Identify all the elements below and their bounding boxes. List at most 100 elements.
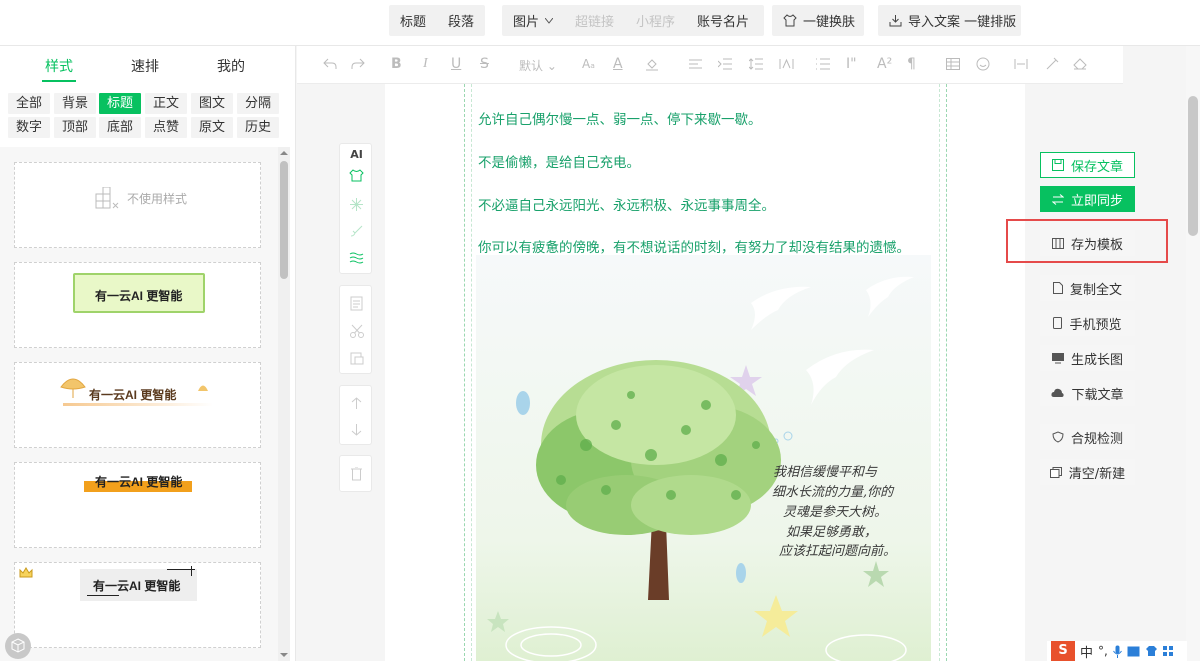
redo-icon[interactable] xyxy=(351,58,365,70)
font-size-select[interactable]: 默认 ⌄ xyxy=(519,57,557,74)
insert-media-group: 图片 超链接 小程序 账号名片 xyxy=(502,5,764,36)
background-color-icon[interactable] xyxy=(645,57,659,71)
copy-all-label: 复制全文 xyxy=(1069,282,1122,298)
list-icon[interactable] xyxy=(816,58,830,70)
sync-icon xyxy=(1051,193,1064,205)
copy-icon[interactable] xyxy=(350,296,363,311)
insert-link-button[interactable]: 超链接 xyxy=(564,11,625,30)
trash-icon[interactable] xyxy=(351,467,362,481)
paragraph-spacing-icon[interactable]: I" xyxy=(846,56,857,72)
category-like[interactable]: 点赞 xyxy=(145,117,187,138)
insert-paragraph-button[interactable]: 段落 xyxy=(437,11,485,30)
one-click-skin-button[interactable]: 一键换肤 xyxy=(772,5,864,36)
style-list-scrollbar[interactable] xyxy=(278,147,290,661)
wave-layers-icon[interactable] xyxy=(349,251,364,264)
undo-icon[interactable] xyxy=(323,58,337,70)
skin-shirt-icon[interactable] xyxy=(1145,645,1158,657)
indent-icon[interactable] xyxy=(718,58,732,70)
cut-icon[interactable] xyxy=(350,324,364,338)
article-paragraph[interactable]: 不是偷懒，是给自己充电。 xyxy=(478,151,640,171)
shirt-icon[interactable] xyxy=(349,169,364,182)
category-all[interactable]: 全部 xyxy=(8,93,50,114)
clear-format-icon[interactable]: Aₐ xyxy=(582,57,595,71)
fit-width-icon[interactable] xyxy=(1014,58,1028,70)
save-article-button[interactable]: 保存文章 xyxy=(1040,152,1135,178)
sparkle-icon[interactable] xyxy=(349,197,364,212)
strikethrough-icon[interactable]: S xyxy=(480,56,489,72)
paste-icon[interactable] xyxy=(350,351,364,365)
underline-icon[interactable]: U xyxy=(451,56,461,72)
style-card-none[interactable]: 不使用样式 xyxy=(14,162,261,248)
style-card-4[interactable]: 有一云AI 更智能 xyxy=(14,562,261,648)
article-paragraph[interactable]: 允许自己偶尔慢一点、弱一点、停下来歇一歇。 xyxy=(478,108,762,128)
shirt-icon xyxy=(783,14,797,27)
clear-new-button[interactable]: 清空/新建 xyxy=(1040,459,1135,485)
tab-styles[interactable]: 样式 xyxy=(29,56,89,76)
import-copy-label: 导入文案 一键排版 xyxy=(908,15,1017,30)
category-history[interactable]: 历史 xyxy=(237,117,279,138)
tree-illustration[interactable] xyxy=(476,255,931,661)
letter-spacing-icon[interactable] xyxy=(779,58,794,70)
style-card-2[interactable]: 有一云AI 更智能 xyxy=(14,362,261,448)
sync-now-button[interactable]: 立即同步 xyxy=(1040,186,1135,212)
ginkgo-leaf-icon xyxy=(60,378,86,398)
category-number[interactable]: 数字 xyxy=(8,117,50,138)
table-icon[interactable] xyxy=(946,58,960,70)
microphone-icon[interactable] xyxy=(1112,645,1122,658)
style-panel-tabs: 样式 速排 我的 xyxy=(0,46,296,84)
document-icon xyxy=(1052,282,1063,294)
keyboard-icon[interactable] xyxy=(1127,646,1140,657)
category-top[interactable]: 顶部 xyxy=(54,117,96,138)
punctuation-icon[interactable]: °, xyxy=(1098,644,1108,658)
format-painter-icon[interactable]: ¶ xyxy=(907,56,916,72)
category-background[interactable]: 背景 xyxy=(54,93,96,114)
ime-language-toggle[interactable]: 中 xyxy=(1080,642,1093,661)
align-icon[interactable] xyxy=(689,59,702,70)
category-divider[interactable]: 分隔 xyxy=(237,93,279,114)
grid-menu-icon[interactable] xyxy=(1162,645,1174,657)
generate-long-image-button[interactable]: 生成长图 xyxy=(1040,345,1135,371)
style-card-title: 有一云AI 更智能 xyxy=(95,475,183,489)
import-icon xyxy=(889,15,902,27)
italic-icon[interactable]: I xyxy=(423,56,428,72)
style-card-title: 有一云AI 更智能 xyxy=(95,289,183,303)
font-color-icon[interactable]: A xyxy=(613,56,623,72)
download-article-button[interactable]: 下载文章 xyxy=(1040,380,1135,406)
insert-image-button[interactable]: 图片 xyxy=(502,11,564,30)
article-paragraph[interactable]: 不必逼自己永远阳光、永远积极、永远事事周全。 xyxy=(478,194,775,214)
category-original[interactable]: 原文 xyxy=(191,117,233,138)
insert-miniprogram-button[interactable]: 小程序 xyxy=(625,11,686,30)
style-card-3[interactable]: 有一云AI 更智能 xyxy=(14,462,261,548)
page-scrollbar[interactable] xyxy=(1186,46,1200,661)
scrollbar-thumb[interactable] xyxy=(1188,96,1198,236)
move-up-icon[interactable] xyxy=(351,397,362,410)
insert-account-card-button[interactable]: 账号名片 xyxy=(686,11,760,30)
superscript-icon[interactable]: A² xyxy=(877,56,892,72)
style-card-1[interactable]: 有一云AI 更智能 xyxy=(14,262,261,348)
eraser-icon[interactable] xyxy=(1073,58,1087,70)
ai-button[interactable]: AI xyxy=(340,148,373,161)
bold-icon[interactable]: B xyxy=(391,56,402,72)
category-body[interactable]: 正文 xyxy=(145,93,187,114)
emoji-icon[interactable] xyxy=(976,57,990,71)
sogou-logo-icon[interactable]: S xyxy=(1051,641,1075,661)
article-paragraph[interactable]: 你可以有疲惫的傍晚，有不想说话的时刻，有努力了却没有结果的遗憾。 xyxy=(478,236,910,256)
tab-quick-layout[interactable]: 速排 xyxy=(115,56,175,76)
brush-icon[interactable] xyxy=(349,224,364,238)
move-down-icon[interactable] xyxy=(351,423,362,436)
insert-title-button[interactable]: 标题 xyxy=(389,11,437,30)
magic-wand-icon[interactable] xyxy=(1045,57,1059,71)
category-bottom[interactable]: 底部 xyxy=(99,117,141,138)
copy-all-button[interactable]: 复制全文 xyxy=(1040,275,1135,301)
floating-cube-button[interactable] xyxy=(5,633,31,659)
handwriting-line: 细水长流的力量,你的 xyxy=(772,485,894,500)
phone-preview-button[interactable]: 手机预览 xyxy=(1040,310,1135,336)
scrollbar-thumb[interactable] xyxy=(280,161,288,279)
tab-mine[interactable]: 我的 xyxy=(201,56,261,76)
import-copy-button[interactable]: 导入文案 一键排版 xyxy=(878,5,1021,36)
category-image-text[interactable]: 图文 xyxy=(191,93,233,114)
scroll-up-icon xyxy=(280,151,288,155)
compliance-check-button[interactable]: 合规检测 xyxy=(1040,424,1135,450)
category-title[interactable]: 标题 xyxy=(99,93,141,114)
line-height-icon[interactable] xyxy=(749,58,763,70)
